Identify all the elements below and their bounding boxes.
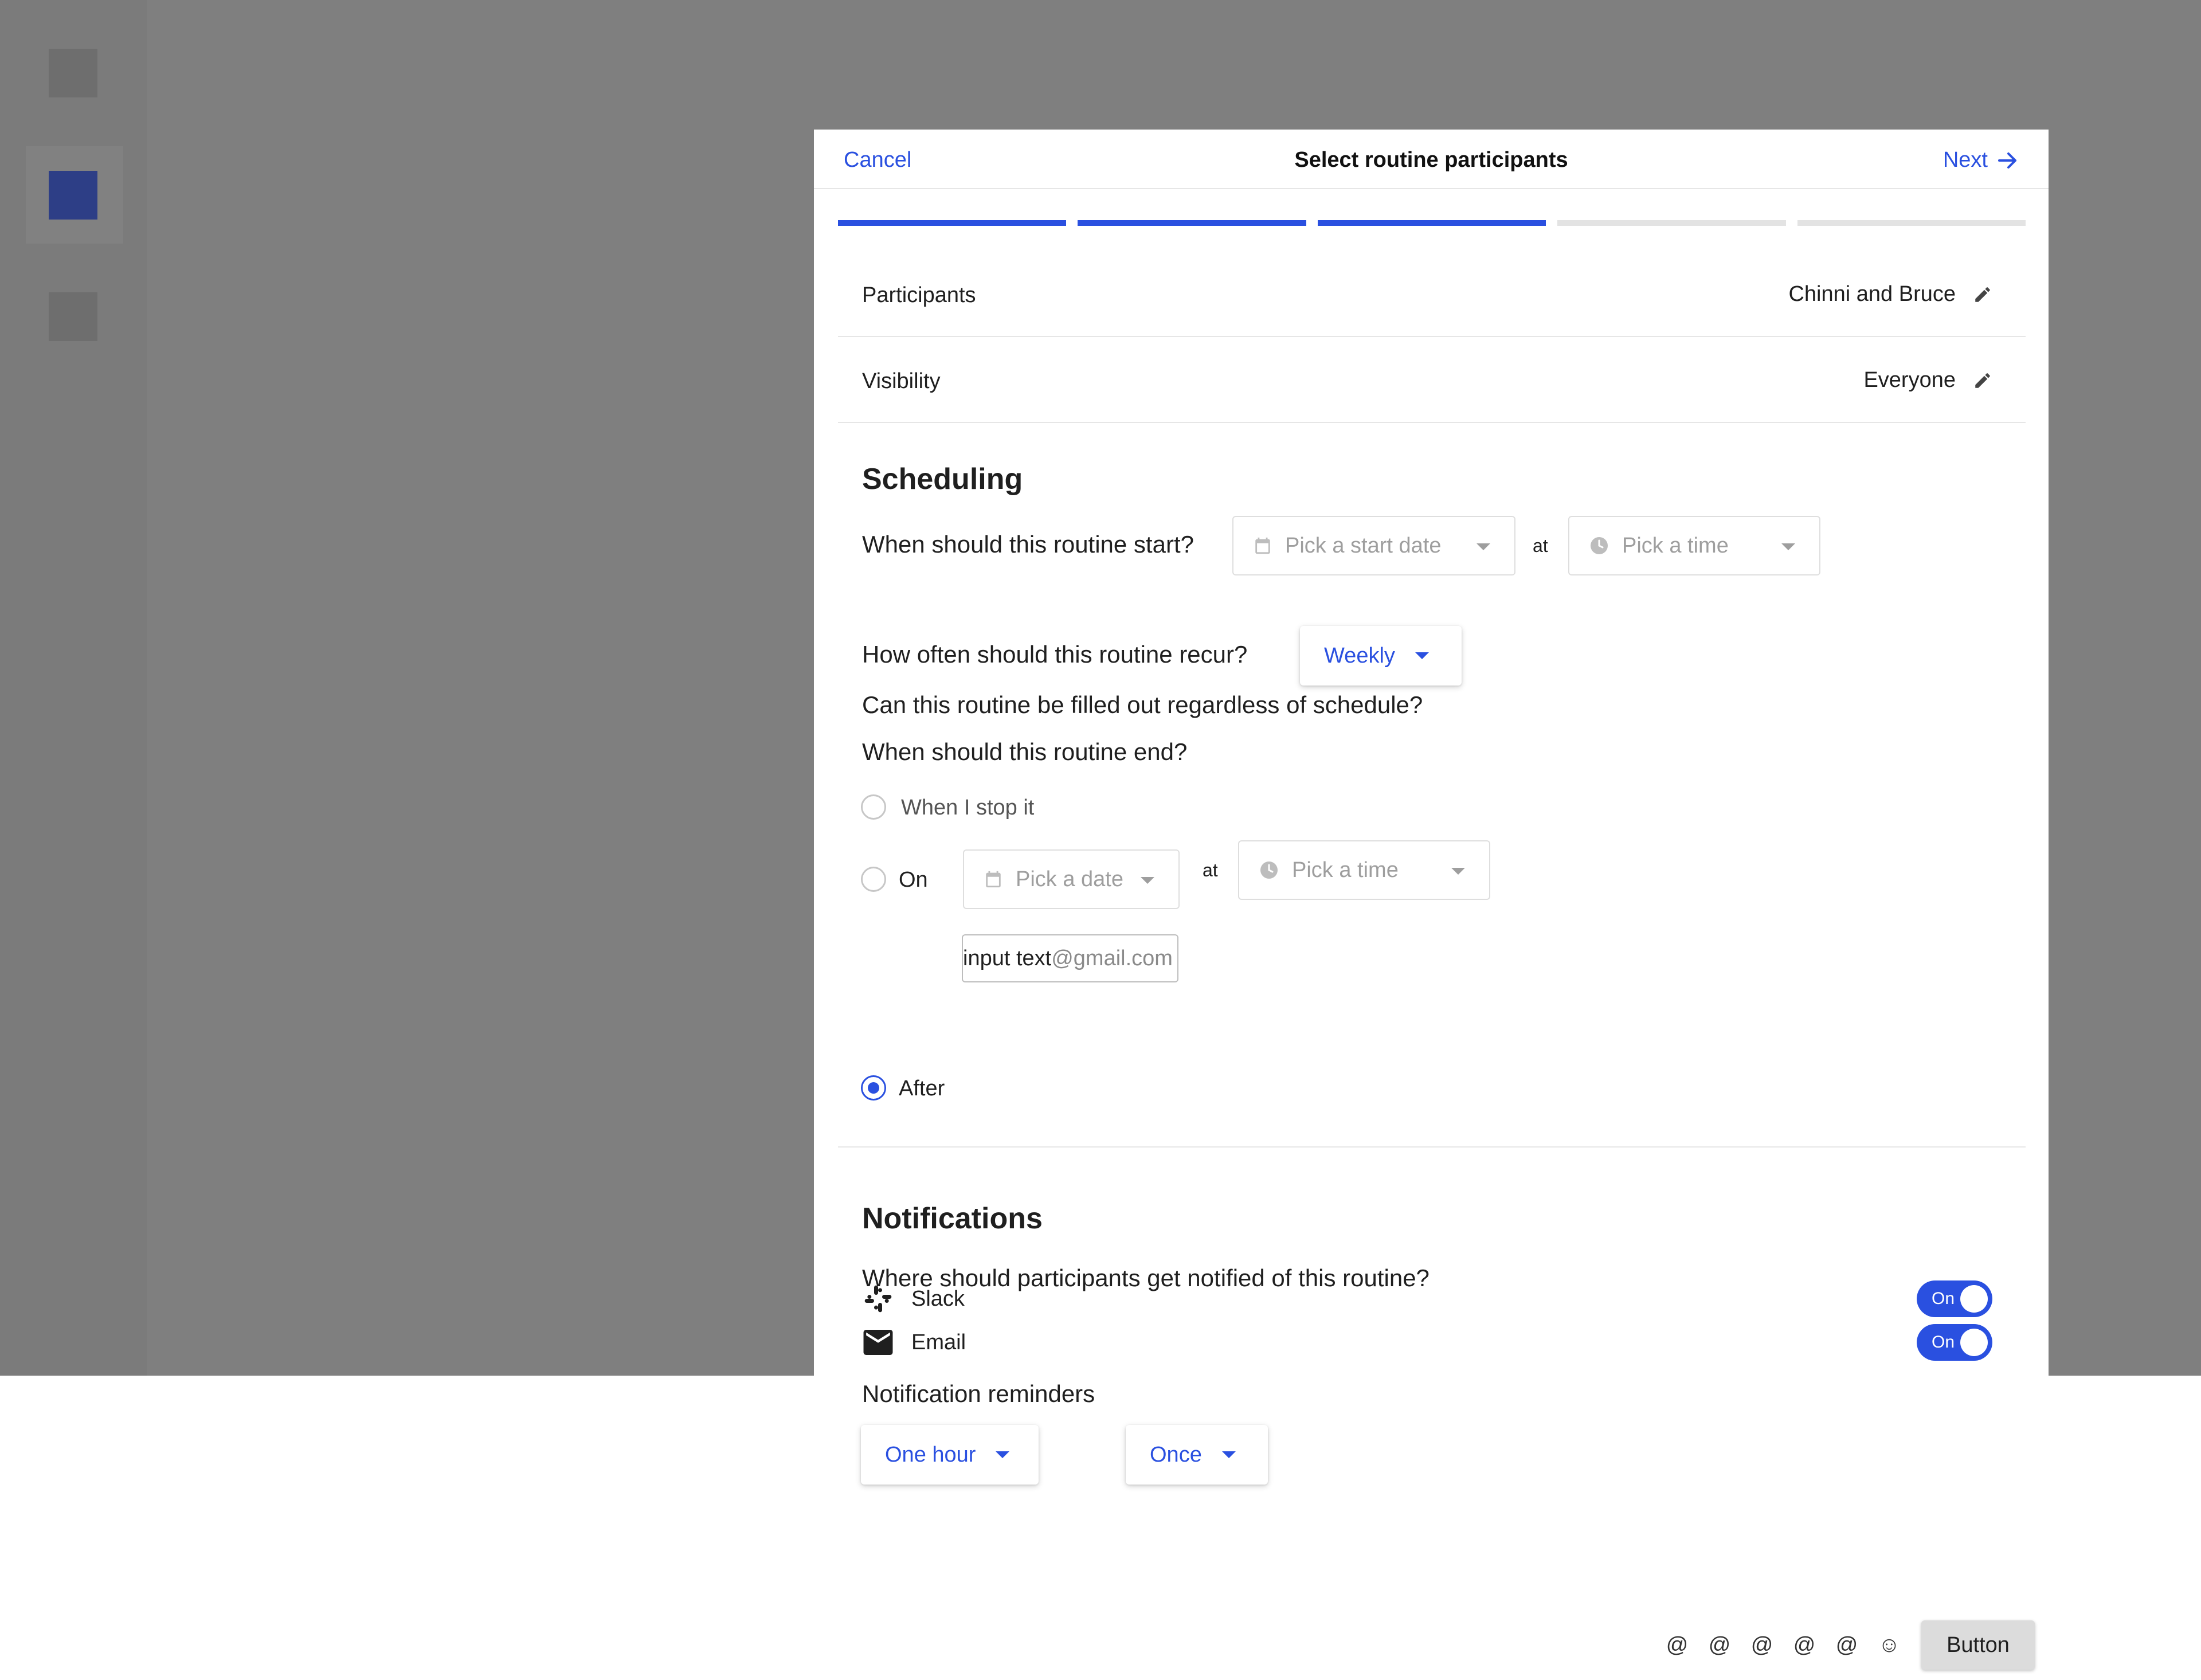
after-count-input[interactable]: input text @gmail.com [962, 934, 1178, 982]
visibility-value: Everyone [1863, 368, 1956, 392]
progress-step [1078, 220, 1306, 226]
start-date-placeholder: Pick a start date [1285, 533, 1442, 558]
progress-step [1557, 220, 1786, 226]
visibility-row: Visibility Everyone [838, 338, 2026, 423]
slack-toggle[interactable]: On [1917, 1280, 1992, 1317]
notifications-heading: Notifications [862, 1202, 1043, 1235]
pencil-icon[interactable] [1973, 285, 1992, 304]
at-icon[interactable]: @ [1662, 1633, 1692, 1658]
toggle-knob [1960, 1329, 1988, 1356]
caret-down-icon [1477, 543, 1490, 550]
slack-toggle-label: On [1932, 1289, 1955, 1308]
caret-down-icon [996, 1451, 1010, 1458]
recur-question: How often should this routine recur? [862, 641, 1248, 668]
progress-steps [838, 220, 2026, 226]
end-time-picker[interactable]: Pick a time [1238, 840, 1490, 900]
toggle-knob [1960, 1285, 1988, 1313]
reminder-time-dropdown[interactable]: One hour [861, 1425, 1039, 1485]
slack-icon [864, 1285, 892, 1313]
at-icon[interactable]: @ [1747, 1633, 1777, 1658]
caret-down-icon [1781, 543, 1795, 550]
reminder-frequency-dropdown[interactable]: Once [1126, 1425, 1268, 1485]
at-label: at [1533, 535, 1548, 556]
caret-down-icon [1415, 652, 1429, 659]
clock-icon [1591, 537, 1608, 554]
calendar-icon [986, 871, 1001, 888]
end-option-stop-label: When I stop it [901, 796, 1035, 820]
end-option-after-radio[interactable] [861, 1075, 886, 1101]
smiley-icon[interactable]: ☺ [1874, 1633, 1904, 1658]
after-input-placeholder: @gmail.com [1051, 946, 1173, 970]
end-time-placeholder: Pick a time [1292, 857, 1399, 882]
notify-email-label: Email [911, 1330, 966, 1354]
end-option-on-radio[interactable] [861, 867, 886, 892]
caret-down-icon [1451, 868, 1465, 875]
recur-dropdown[interactable]: Weekly [1300, 626, 1462, 686]
recur-value: Weekly [1324, 643, 1395, 668]
start-time-placeholder: Pick a time [1622, 533, 1729, 558]
start-question: When should this routine start? [862, 531, 1194, 558]
modal-title: Select routine participants [1294, 148, 1568, 172]
end-date-picker[interactable]: Pick a date [963, 849, 1180, 909]
next-button-label: Next [1942, 148, 1988, 172]
reminder-time-value: One hour [885, 1442, 976, 1467]
progress-step [838, 220, 1067, 226]
section-divider [838, 1146, 2026, 1148]
sidebar-item-1[interactable] [49, 49, 97, 97]
modal-header: Cancel Select routine participants Next [814, 130, 2049, 189]
participants-row: Participants Chinni and Bruce [838, 252, 2026, 337]
at-icon[interactable]: @ [1705, 1633, 1734, 1658]
after-input-value: input text [963, 946, 1052, 970]
end-option-on-label: On [899, 868, 928, 892]
email-toggle[interactable]: On [1917, 1324, 1992, 1361]
next-button[interactable]: Next [1943, 148, 2018, 173]
end-option-after-label: After [899, 1076, 945, 1101]
arrow-right-icon [1998, 152, 2016, 169]
clock-icon [1260, 861, 1278, 879]
generic-button[interactable]: Button [1921, 1620, 2035, 1670]
end-date-placeholder: Pick a date [1016, 867, 1123, 891]
at-icon[interactable]: @ [1832, 1633, 1862, 1658]
end-option-stop-radio[interactable] [861, 794, 886, 820]
mail-icon [863, 1330, 893, 1355]
scheduling-heading: Scheduling [862, 463, 1023, 496]
end-question: When should this routine end? [862, 738, 1188, 765]
bottom-toolbar: @ @ @ @ @ ☺ Button [1662, 1619, 2035, 1671]
participants-label: Participants [862, 283, 976, 307]
sidebar-item-2[interactable] [49, 171, 97, 220]
sidebar-item-3[interactable] [49, 292, 97, 341]
notify-slack-row: Slack On [862, 1270, 2000, 1327]
sidebar [0, 0, 147, 1376]
participants-value: Chinni and Bruce [1788, 282, 1956, 306]
calendar-icon [1255, 537, 1270, 554]
at-label: at [1203, 860, 1218, 880]
reminder-frequency-value: Once [1150, 1442, 1202, 1467]
at-icon[interactable]: @ [1789, 1633, 1819, 1658]
start-time-picker[interactable]: Pick a time [1568, 516, 1820, 575]
caret-down-icon [1141, 877, 1154, 884]
pencil-icon[interactable] [1973, 371, 1992, 390]
reminders-label: Notification reminders [862, 1380, 1095, 1407]
email-toggle-label: On [1932, 1333, 1955, 1352]
notify-slack-label: Slack [911, 1286, 965, 1311]
start-date-picker[interactable]: Pick a start date [1232, 516, 1515, 575]
caret-down-icon [1221, 1451, 1236, 1458]
routine-modal: Cancel Select routine participants Next … [814, 130, 2049, 1383]
progress-step [1797, 220, 2026, 226]
anytime-question: Can this routine be filled out regardles… [862, 691, 1423, 718]
visibility-label: Visibility [862, 369, 941, 393]
progress-step [1317, 220, 1546, 226]
